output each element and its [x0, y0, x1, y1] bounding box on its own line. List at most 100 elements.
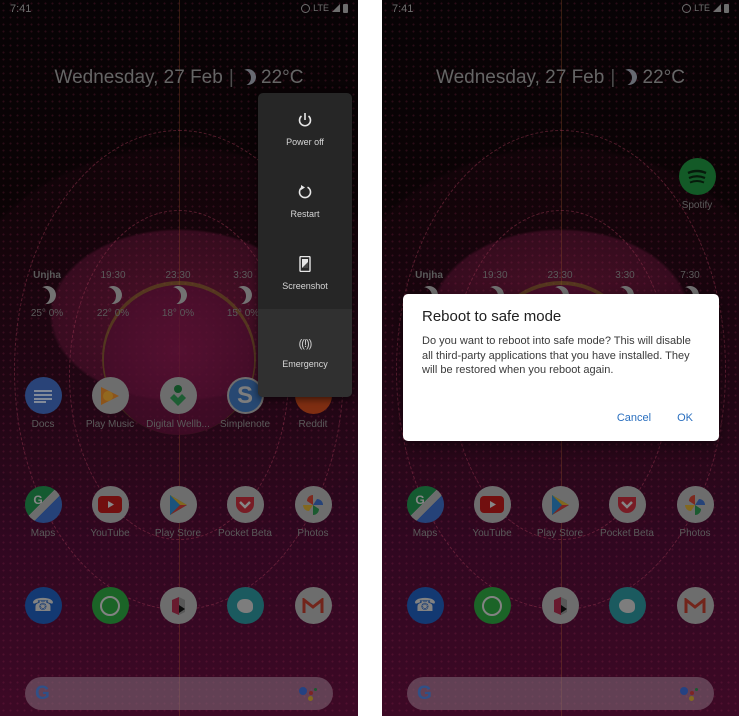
spotify-icon — [678, 158, 716, 195]
app-icon — [159, 587, 197, 624]
date-text: Wednesday, 27 Feb — [436, 67, 605, 88]
app-docs[interactable]: Docs — [10, 377, 76, 430]
dialog-message: Do you want to reboot into safe mode? Th… — [422, 335, 691, 376]
restart-icon — [298, 184, 312, 198]
docs-icon — [24, 377, 62, 414]
cancel-button[interactable]: Cancel — [617, 412, 651, 424]
forecast-time: 3:30 — [615, 270, 635, 281]
date-separator: | — [228, 67, 234, 88]
pocket-icon — [608, 486, 646, 523]
dock-gmail[interactable] — [280, 587, 346, 624]
dock-phone[interactable]: ☎ — [392, 587, 458, 624]
forecast-temp: 25° 0% — [30, 308, 64, 319]
kiwi-icon — [608, 587, 646, 624]
status-time: 7:41 — [10, 3, 32, 15]
app-play-store[interactable]: Play Store — [145, 486, 211, 539]
phone-icon: ☎ — [406, 587, 444, 624]
app-label: Play Music — [85, 419, 135, 430]
moon-icon — [237, 67, 258, 88]
alarm-icon — [301, 3, 311, 13]
screen-safe-mode-dialog: 7:41 LTE Wednesday, 27 Feb | 22°C Spotify… — [382, 0, 739, 716]
app-play-store[interactable]: Play Store — [527, 486, 593, 539]
dock-kiwi-browser[interactable] — [594, 587, 660, 624]
play-store-icon — [541, 486, 579, 523]
network-type: LTE — [694, 3, 710, 13]
maps-icon: G — [406, 486, 444, 523]
play-store-icon — [159, 486, 197, 523]
date-weather-widget[interactable]: Wednesday, 27 Feb | 22°C — [0, 67, 358, 89]
app-maps[interactable]: G Maps — [10, 486, 76, 539]
signal-icon — [332, 4, 340, 12]
app-pocket-beta[interactable]: Pocket Beta — [212, 486, 278, 539]
date-weather-widget[interactable]: Wednesday, 27 Feb | 22°C — [382, 67, 739, 89]
app-label: Play Store — [154, 528, 202, 539]
app-spotify[interactable]: Spotify — [664, 158, 730, 211]
google-search-bar[interactable]: G — [25, 677, 333, 710]
app-label: Pocket Beta — [218, 528, 272, 539]
dock-app[interactable] — [145, 587, 211, 624]
power-icon — [298, 112, 312, 127]
battery-icon — [343, 3, 348, 13]
app-youtube[interactable]: YouTube — [77, 486, 143, 539]
app-photos[interactable]: Photos — [662, 486, 728, 539]
dock-kiwi-browser[interactable] — [212, 587, 278, 624]
google-logo-icon: G — [417, 683, 432, 704]
app-label: Play Store — [536, 528, 584, 539]
screenshot-button[interactable]: Screenshot — [258, 237, 352, 309]
app-label: YouTube — [472, 528, 512, 539]
google-search-bar[interactable]: G — [407, 677, 714, 710]
ok-button[interactable]: OK — [677, 412, 693, 424]
photos-icon — [294, 486, 332, 523]
app-label: Photos — [297, 528, 329, 539]
forecast-item: 23:30 18° 0% — [148, 270, 208, 319]
emergency-button[interactable]: ((!)) Emergency — [258, 309, 352, 397]
app-photos[interactable]: Photos — [280, 486, 346, 539]
network-type: LTE — [313, 3, 329, 13]
moon-icon — [35, 283, 58, 306]
dock-whatsapp[interactable] — [77, 587, 143, 624]
screenshot-icon — [299, 255, 311, 272]
emergency-icon: ((!)) — [298, 337, 313, 350]
battery-icon — [724, 3, 729, 13]
dock-gmail[interactable] — [662, 587, 728, 624]
app-youtube[interactable]: YouTube — [459, 486, 525, 539]
app-label: Simplenote — [219, 419, 271, 430]
signal-icon — [713, 4, 721, 12]
play-music-icon — [91, 377, 129, 414]
maps-icon: G — [24, 486, 62, 523]
restart-button[interactable]: Restart — [258, 165, 352, 237]
forecast-time: 19:30 — [482, 270, 508, 281]
kiwi-icon — [226, 587, 264, 624]
assistant-icon[interactable] — [299, 687, 319, 703]
digital-wellbeing-icon — [159, 377, 197, 414]
screen-power-menu: 7:41 LTE Wednesday, 27 Feb | 22°C Unjha 25… — [0, 0, 358, 716]
app-maps[interactable]: G Maps — [392, 486, 458, 539]
forecast-item: 19:30 22° 0% — [83, 270, 143, 319]
dock-app[interactable] — [527, 587, 593, 624]
moon-icon — [166, 283, 189, 306]
whatsapp-icon — [91, 587, 129, 624]
restart-label: Restart — [290, 208, 320, 219]
gmail-icon — [676, 587, 714, 624]
forecast-temp: 18° 0% — [161, 308, 195, 319]
app-pocket-beta[interactable]: Pocket Beta — [594, 486, 660, 539]
app-play-music[interactable]: Play Music — [77, 377, 143, 430]
app-label: Maps — [30, 528, 56, 539]
status-time: 7:41 — [392, 3, 414, 15]
app-digital-wellbeing[interactable]: Digital Wellb... — [145, 377, 211, 430]
power-off-label: Power off — [286, 136, 324, 147]
app-label: Maps — [412, 528, 438, 539]
date-separator: | — [610, 67, 616, 88]
power-off-button[interactable]: Power off — [258, 93, 352, 165]
assistant-icon[interactable] — [680, 687, 700, 703]
status-bar: 7:41 LTE — [382, 0, 739, 20]
whatsapp-icon — [473, 587, 511, 624]
forecast-time: Unjha — [415, 270, 443, 281]
dock-phone[interactable]: ☎ — [10, 587, 76, 624]
forecast-time: 23:30 — [165, 270, 191, 281]
gmail-icon — [294, 587, 332, 624]
dock-whatsapp[interactable] — [459, 587, 525, 624]
forecast-time: Unjha — [33, 270, 61, 281]
phone-icon: ☎ — [24, 587, 62, 624]
app-label: Spotify — [681, 200, 713, 211]
